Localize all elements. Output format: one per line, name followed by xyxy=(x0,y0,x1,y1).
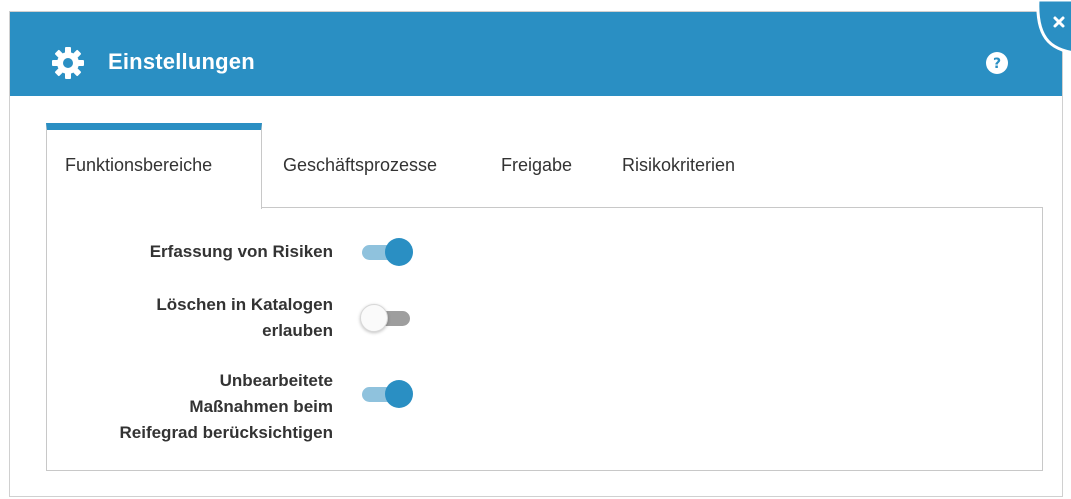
dialog-titlebar: Einstellungen ? xyxy=(10,12,1062,96)
setting-label-loeschen: Löschen in Katalogen erlauben xyxy=(156,295,333,340)
page: Einstellungen ? Funktionsbereiche Geschä… xyxy=(0,0,1071,499)
gear-icon xyxy=(52,47,84,79)
tab-geschaeftsprozesse[interactable]: Geschäftsprozesse xyxy=(283,123,437,208)
setting-label-unbearbeitete: Unbearbeitete Maßnahmen beim Reifegrad b… xyxy=(119,371,333,442)
tab-panel-funktionsbereiche: Erfassung von Risiken Löschen in Katalog… xyxy=(46,207,1043,471)
settings-dialog: Einstellungen ? Funktionsbereiche Geschä… xyxy=(9,0,1071,497)
svg-text:?: ? xyxy=(993,56,1001,72)
help-icon[interactable]: ? xyxy=(986,52,1008,74)
tab-freigabe[interactable]: Freigabe xyxy=(501,123,572,208)
tab-funktionsbereiche[interactable]: Funktionsbereiche xyxy=(46,123,262,209)
toggle-unbearbeitete-massnahmen[interactable] xyxy=(360,380,414,408)
setting-label-erfassung: Erfassung von Risiken xyxy=(149,242,333,261)
dialog-title: Einstellungen xyxy=(108,49,255,74)
tab-risikokriterien[interactable]: Risikokriterien xyxy=(622,123,735,208)
toggle-loeschen-in-katalogen[interactable] xyxy=(360,304,414,332)
toggle-erfassung-von-risiken[interactable] xyxy=(360,238,414,266)
tab-bar: Funktionsbereiche Geschäftsprozesse Frei… xyxy=(46,123,1046,209)
close-button[interactable] xyxy=(1032,0,1071,60)
